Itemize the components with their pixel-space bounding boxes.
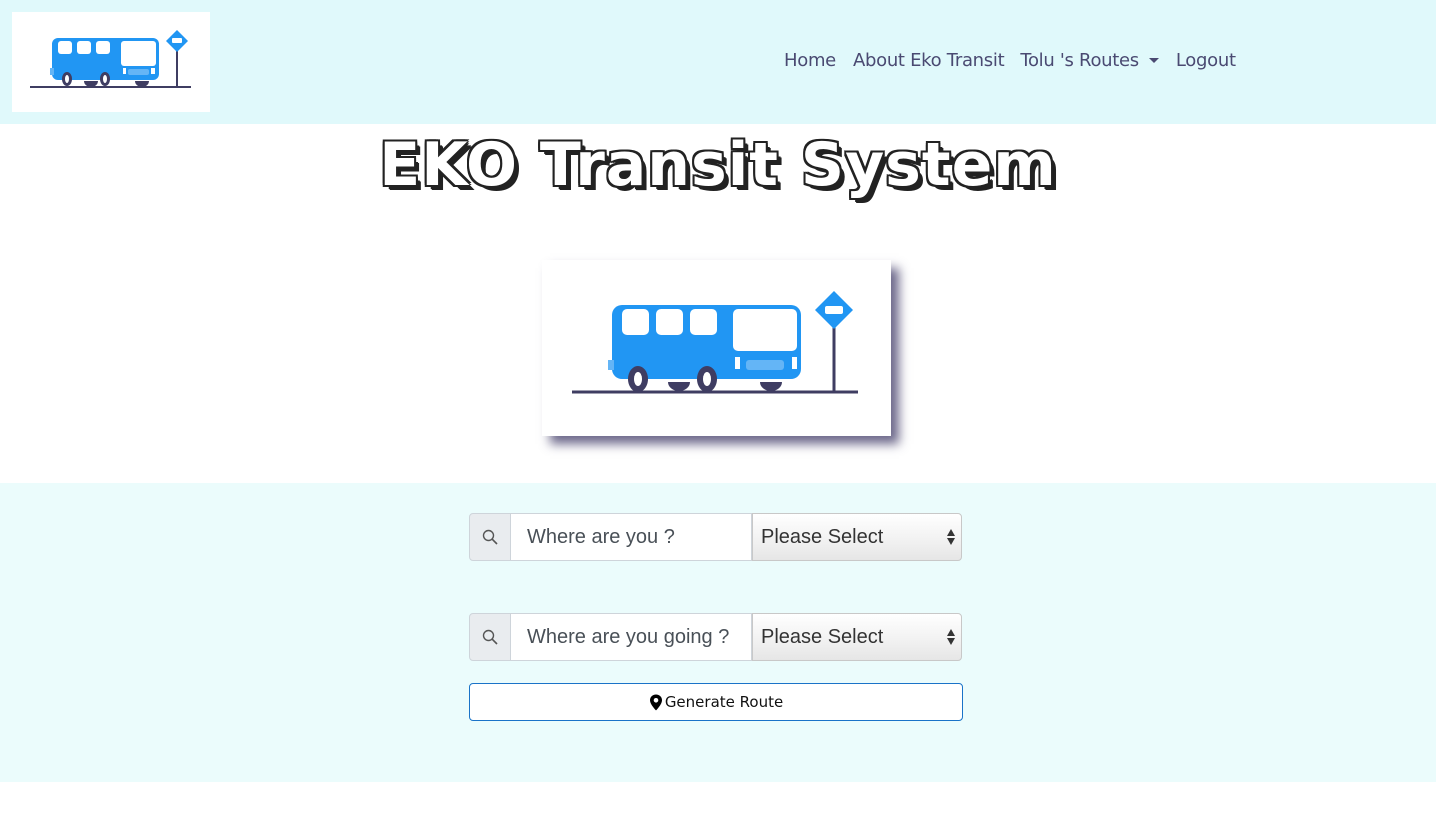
hero-image [542, 260, 891, 436]
caret-down-icon [1148, 58, 1159, 63]
nav-logout-link[interactable]: Logout [1176, 50, 1236, 71]
select-arrows-icon [947, 529, 955, 545]
origin-select[interactable]: Please Select [752, 513, 962, 561]
nav-home-link[interactable]: Home [784, 50, 836, 71]
navbar: Home About Eko Transit Tolu 's Routes Lo… [0, 0, 1436, 124]
brand-logo[interactable] [12, 12, 210, 112]
generate-route-button[interactable]: Generate Route [469, 683, 963, 721]
nav-about-link[interactable]: About Eko Transit [853, 50, 1005, 71]
destination-input[interactable] [511, 613, 752, 661]
search-icon [482, 629, 498, 645]
search-icon [482, 529, 498, 545]
bus-stop-logo-icon [30, 30, 191, 88]
map-pin-icon [649, 694, 663, 711]
destination-select[interactable]: Please Select [752, 613, 962, 661]
origin-row: Please Select [469, 513, 963, 561]
nav-menu: Home About Eko Transit Tolu 's Routes Lo… [784, 50, 1236, 71]
destination-row: Please Select [469, 613, 963, 661]
destination-search-addon [469, 613, 511, 661]
nav-routes-dropdown[interactable]: Tolu 's Routes [1020, 50, 1159, 71]
destination-select-value: Please Select [761, 625, 884, 648]
page-title: EKO Transit System [379, 130, 1057, 200]
origin-select-value: Please Select [761, 525, 884, 548]
origin-search-addon [469, 513, 511, 561]
origin-input[interactable] [511, 513, 752, 561]
route-form-section: Please Select Please Select [0, 483, 1436, 782]
generate-route-label: Generate Route [664, 693, 784, 711]
nav-routes-label: Tolu 's Routes [1020, 50, 1139, 71]
select-arrows-icon [947, 629, 955, 645]
bus-at-stop-icon [572, 291, 858, 394]
